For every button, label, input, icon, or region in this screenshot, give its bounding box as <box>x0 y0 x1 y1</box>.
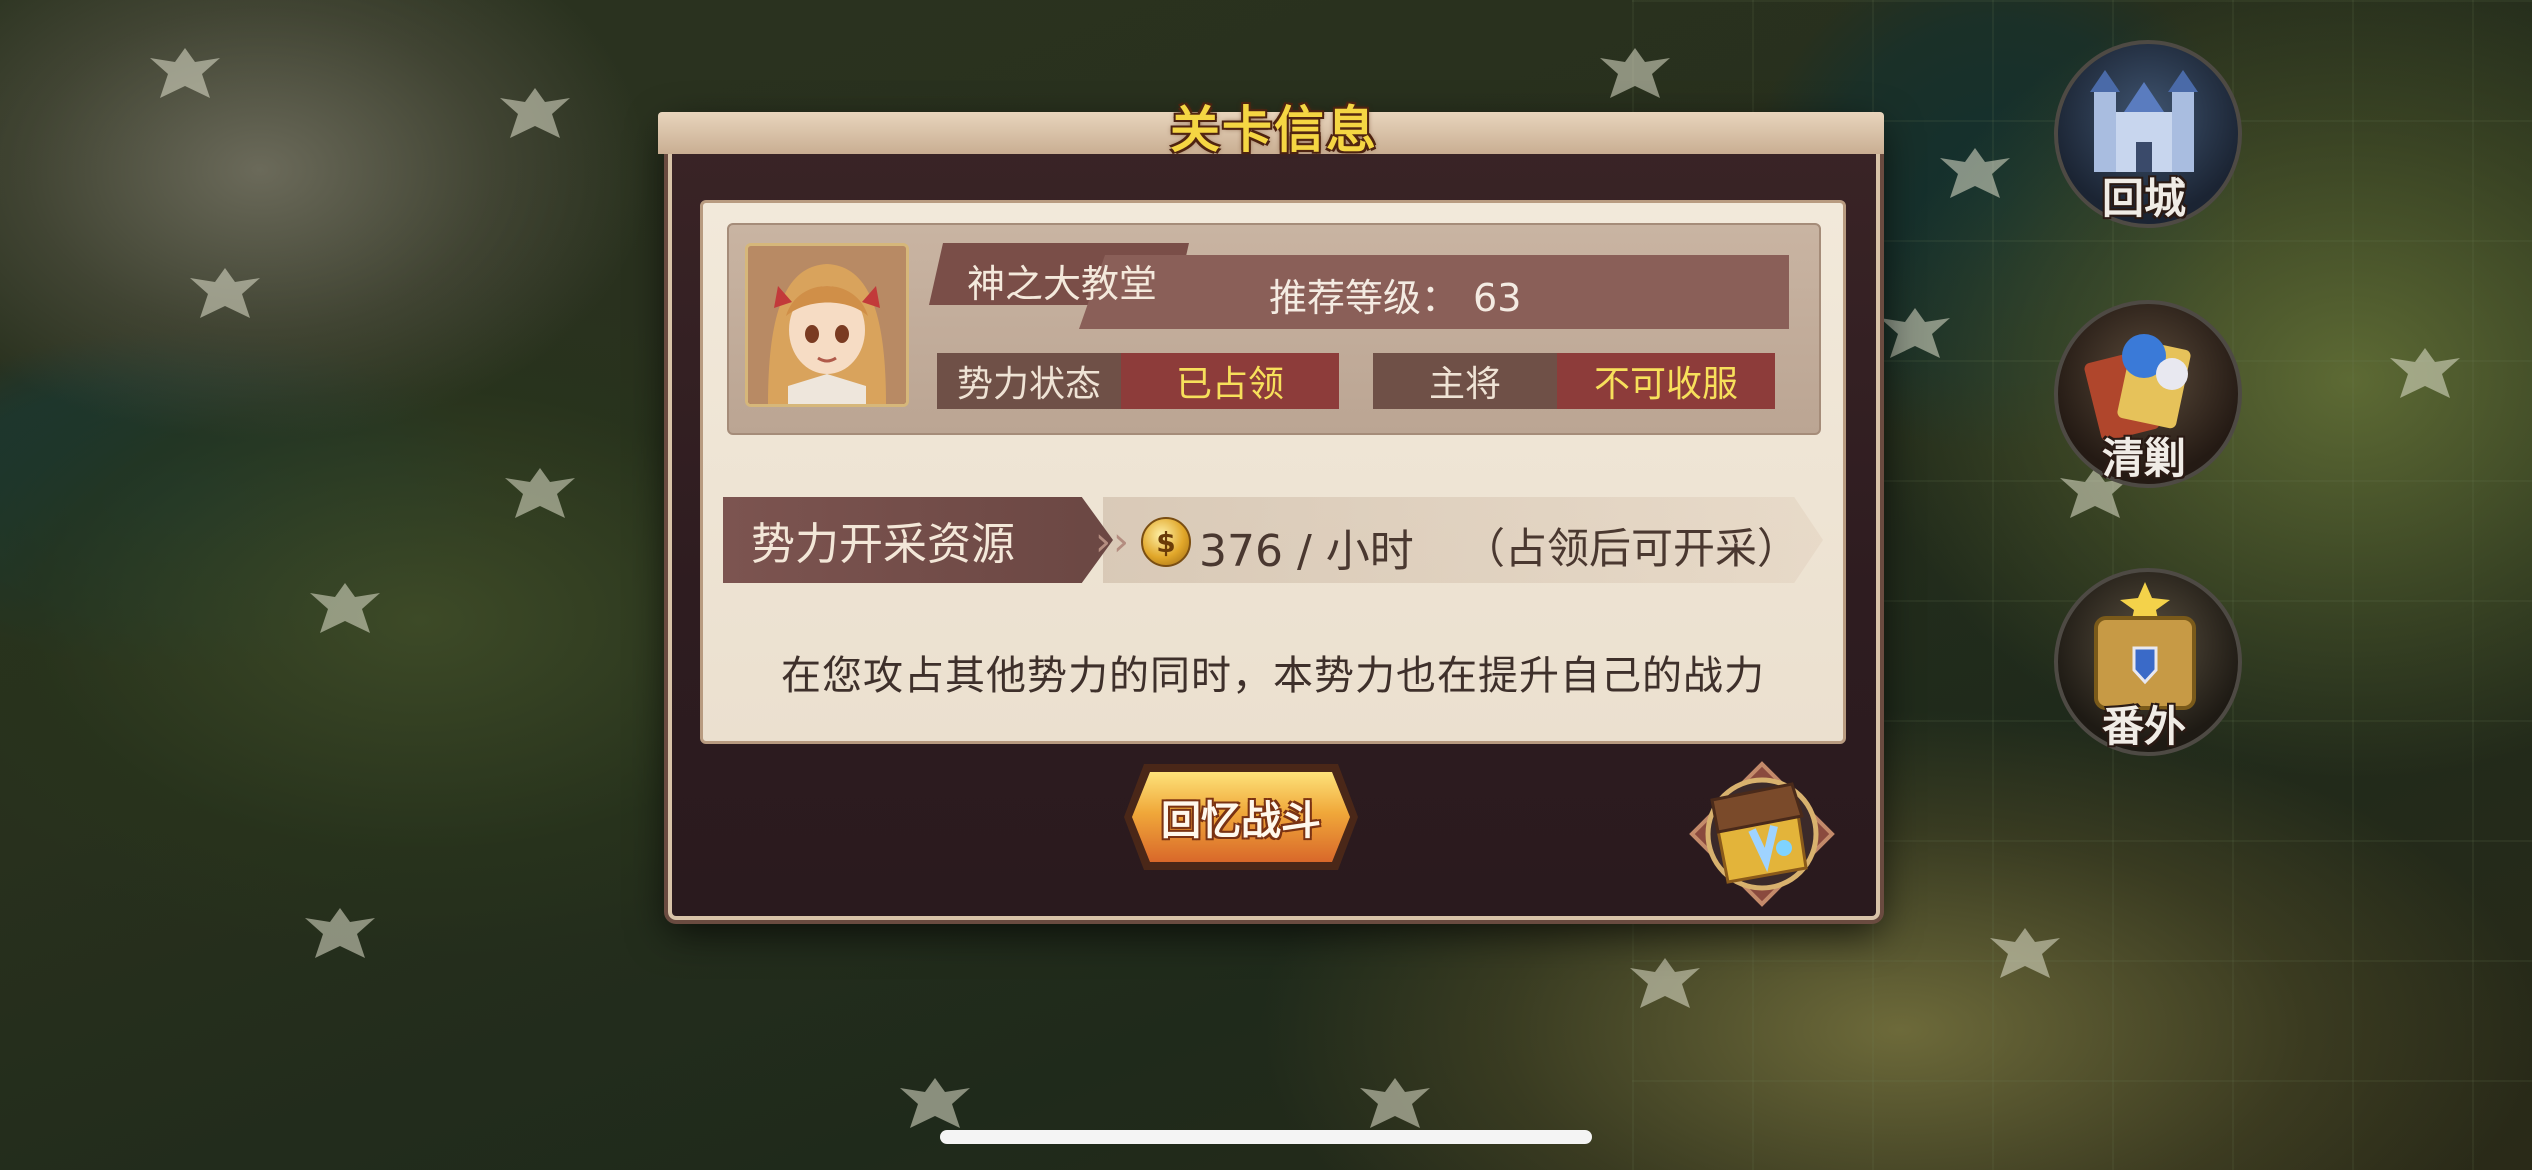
dialog-title: 关卡信息 <box>1170 101 1378 159</box>
faction-emblem-icon[interactable] <box>1930 140 2020 210</box>
recommended-level: 推荐等级： 63 <box>1269 267 1521 322</box>
faction-status-value: 已占领 <box>1121 353 1339 409</box>
faction-emblem-icon[interactable] <box>300 575 390 645</box>
faction-emblem-icon[interactable] <box>1980 920 2070 990</box>
commander-portrait-icon <box>748 246 906 404</box>
recommended-level-label: 推荐等级： <box>1269 276 1460 320</box>
faction-emblem-icon[interactable] <box>2380 340 2470 410</box>
return-city-label: 回城 <box>2101 174 2186 223</box>
side-story-label: 番外 <box>2101 702 2186 751</box>
return-city-button[interactable]: 回城 <box>2054 40 2242 228</box>
recommended-level-value: 63 <box>1473 276 1522 320</box>
stage-info-dialog: 关卡信息 神之大教堂 推荐等级： 63 势力状态 已占领 主将 不可收服 势力开… <box>658 101 1884 920</box>
general-label: 主将 <box>1373 353 1557 409</box>
resource-row: 势力开采资源 › › $ 376 / 小时 （占领后可开采） <box>723 497 1823 583</box>
faction-emblem-icon[interactable] <box>180 260 270 330</box>
faction-emblem-icon[interactable] <box>1870 300 1960 370</box>
recall-battle-button[interactable]: 回忆战斗 <box>1132 772 1350 862</box>
resource-note: （占领后可开采） <box>1463 524 1800 573</box>
coin-icon: $ <box>1141 517 1191 567</box>
faction-emblem-icon[interactable] <box>1620 950 1710 1020</box>
stage-name: 神之大教堂 <box>967 262 1158 306</box>
stage-description: 在您攻占其他势力的同时，本势力也在提升自己的战力 <box>781 653 1765 699</box>
stage-content-card: 神之大教堂 推荐等级： 63 势力状态 已占领 主将 不可收服 势力开采资源 › … <box>700 200 1846 744</box>
chevron-right-icon: › <box>1113 519 1129 565</box>
castle-icon <box>2090 70 2198 172</box>
side-story-button[interactable]: 番外 <box>2054 568 2242 756</box>
sweep-button[interactable]: 清剿 <box>2054 300 2242 488</box>
faction-emblem-icon[interactable] <box>295 900 385 970</box>
general-value: 不可收服 <box>1557 353 1775 409</box>
faction-status-label: 势力状态 <box>937 353 1121 409</box>
resource-label: 势力开采资源 <box>723 497 1113 583</box>
stage-info-box: 神之大教堂 推荐等级： 63 势力状态 已占领 主将 不可收服 <box>727 223 1821 435</box>
chevron-right-icon: › <box>1095 519 1111 565</box>
treasure-chest-icon[interactable] <box>1688 760 1836 908</box>
home-indicator[interactable] <box>940 1130 1592 1144</box>
commander-portrait[interactable] <box>745 243 909 407</box>
faction-emblem-icon[interactable] <box>140 40 230 110</box>
faction-emblem-icon[interactable] <box>490 80 580 150</box>
faction-emblem-icon[interactable] <box>495 460 585 530</box>
resource-rate: 376 / 小时 <box>1199 526 1414 577</box>
sweep-label: 清剿 <box>2101 434 2186 483</box>
